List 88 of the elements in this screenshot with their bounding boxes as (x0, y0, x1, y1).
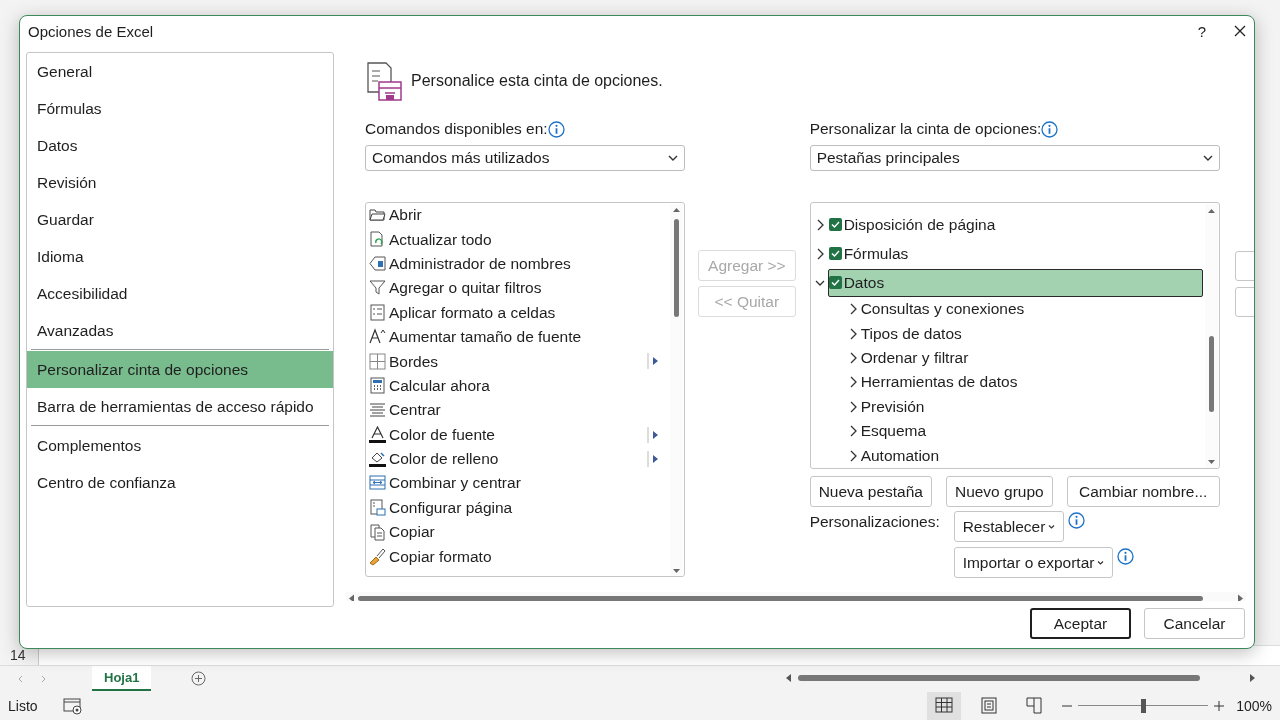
ribbon-group-item[interactable]: Ordenar y filtrar (860, 348, 969, 367)
dropdown-caret-icon (1202, 154, 1213, 162)
command-item[interactable]: Calcular ahora (366, 373, 684, 399)
command-item[interactable]: Bordes (366, 349, 684, 374)
align-center-icon (369, 401, 387, 420)
ribbon-tab-item[interactable]: Disposición de página (827, 210, 1203, 239)
command-item[interactable]: Aumentar tamaño de fuente (366, 324, 684, 350)
sidebar-item[interactable]: Barra de herramientas de acceso rápido (27, 388, 333, 425)
info-icon (1117, 548, 1135, 565)
section-title: Personalice esta cinta de opciones. (411, 72, 663, 90)
import-export-button[interactable]: Importar o exportar (953, 547, 1114, 578)
ribbon-tab-item[interactable]: Datos (827, 268, 1203, 297)
page-break-icon (1025, 697, 1044, 714)
ribbon-group-item[interactable]: Automation (860, 446, 940, 465)
info-icon (1041, 120, 1059, 138)
ribbon-dropdown[interactable]: Pestañas principales (809, 145, 1220, 171)
command-item[interactable]: Copiar (366, 520, 684, 545)
merge-icon (369, 474, 387, 493)
add-sheet-icon[interactable] (191, 671, 207, 686)
dropdown-caret-icon (1097, 559, 1105, 566)
calculator-icon (369, 376, 387, 395)
filter-icon (369, 279, 387, 298)
sidebar-item[interactable]: Datos (27, 127, 333, 164)
field-label: Personalizar la cinta de opciones: (809, 120, 1042, 138)
sidebar-item[interactable]: General (27, 53, 333, 90)
view-button[interactable] (927, 691, 962, 720)
sidebar-item[interactable]: Avanzadas (27, 312, 333, 349)
ribbon-group-item[interactable]: Consultas y conexiones (860, 300, 1025, 319)
zoom-level: 100% (1236, 697, 1272, 714)
info-icon (547, 120, 565, 138)
sidebar-item[interactable]: Accesibilidad (27, 275, 333, 312)
sidebar-item[interactable]: Personalizar cinta de opciones (27, 351, 333, 388)
command-item[interactable]: Configurar página (366, 495, 684, 521)
reset-button[interactable]: Restablecer (953, 511, 1065, 542)
field-label: Comandos disponibles en: (365, 120, 548, 138)
sheet-tab[interactable]: Hoja1 (92, 666, 152, 691)
checkbox[interactable] (828, 218, 842, 231)
command-item[interactable]: Color de fuente (366, 422, 684, 447)
command-item[interactable]: Copiar formato (366, 544, 684, 569)
ribbon-tab-item[interactable]: Fórmulas (827, 239, 1203, 268)
sidebar-item[interactable]: Fórmulas (27, 90, 333, 127)
page-layout-icon (980, 697, 999, 714)
command-item[interactable]: Abrir (366, 203, 684, 228)
font-color-icon (369, 425, 387, 444)
ribbon-action-button[interactable]: Nuevo grupo (945, 476, 1053, 507)
zoom-in-icon[interactable] (1214, 700, 1225, 711)
ok-button[interactable]: Aceptar (1030, 608, 1131, 639)
status-text: Listo (8, 697, 38, 714)
checkbox[interactable] (828, 247, 842, 260)
commands-dropdown[interactable]: Comandos más utilizados (365, 145, 685, 171)
command-item[interactable]: Aplicar formato a celdas (366, 300, 684, 325)
page-setup-icon (369, 498, 387, 517)
checkbox[interactable] (828, 276, 842, 289)
command-item[interactable]: Agregar o quitar filtros (366, 276, 684, 301)
dropdown-caret-icon (668, 154, 678, 162)
ribbon-action-button[interactable]: Nueva pestaña (809, 476, 932, 507)
command-item[interactable]: Administrador de nombres (366, 251, 684, 277)
help-button[interactable]: ? (1197, 22, 1206, 40)
command-item[interactable]: Combinar y centrar (366, 471, 684, 496)
close-icon[interactable] (1234, 25, 1246, 37)
slider-thumb[interactable] (1141, 698, 1147, 713)
sidebar-item[interactable]: Guardar (27, 201, 333, 238)
row-header: 14 (9, 646, 27, 665)
copy-icon (369, 523, 387, 542)
borders-icon (369, 352, 387, 371)
dialog-title: Opciones de Excel (28, 22, 155, 40)
ribbon-group-item[interactable]: Previsión (860, 397, 925, 416)
dropdown-caret-icon (1048, 523, 1056, 530)
sidebar-item[interactable]: Complementos (27, 427, 333, 464)
ribbon-group-item[interactable]: Tipos de datos (860, 324, 962, 343)
sidebar-item[interactable]: Centro de confianza (27, 464, 333, 501)
command-item[interactable]: Centrar (366, 398, 684, 423)
command-item[interactable]: Color de relleno (366, 446, 684, 472)
fill-color-icon (369, 450, 387, 469)
info-icon (1068, 512, 1086, 529)
normal-view-icon (935, 697, 954, 714)
form-icon (369, 303, 387, 322)
ribbon-group-item[interactable]: Esquema (860, 422, 927, 441)
tag-icon (369, 254, 387, 273)
ribbon-action-button[interactable]: Cambiar nombre... (1066, 476, 1220, 507)
field-label: Personalizaciones: (809, 512, 941, 532)
cancel-button[interactable]: Cancelar (1144, 608, 1245, 639)
brush-icon (369, 547, 387, 566)
command-item[interactable]: Actualizar todo (366, 227, 684, 252)
accessibility-check-icon (62, 696, 83, 715)
ribbon-group-item[interactable]: Herramientas de datos (860, 373, 1018, 392)
sidebar-item[interactable]: Idioma (27, 238, 333, 275)
sidebar-item[interactable]: Revisión (27, 164, 333, 201)
